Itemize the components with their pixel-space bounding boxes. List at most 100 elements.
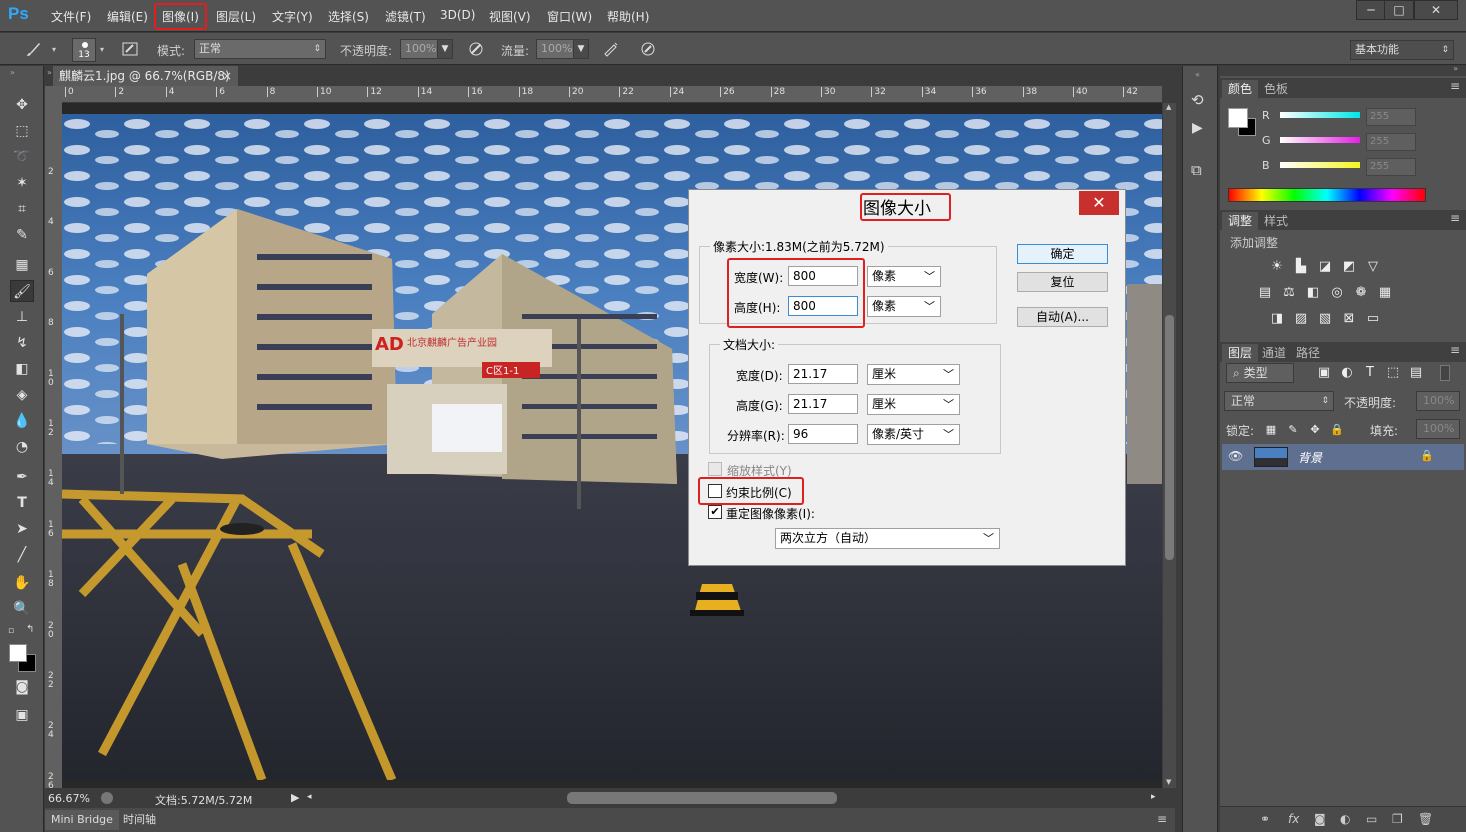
layer-filter-type[interactable]: ⌕ 类型 <box>1226 363 1294 383</box>
color-lookup-icon[interactable]: ▦ <box>1376 285 1394 301</box>
layer-name[interactable]: 背景 <box>1298 449 1322 466</box>
swap-colors-icon[interactable]: ↰ <box>26 624 34 635</box>
screen-mode-icon[interactable]: ▣ <box>10 704 34 726</box>
vertical-scrollbar[interactable]: ▲ ▼ <box>1163 103 1176 788</box>
crop-tool-icon[interactable]: ⌗ <box>10 198 34 220</box>
quick-select-tool-icon[interactable]: ✶ <box>10 172 34 194</box>
status-menu-arrow-icon[interactable]: ▶ <box>291 791 299 804</box>
quick-mask-icon[interactable]: ◙ <box>10 676 34 698</box>
eyedropper-tool-icon[interactable]: ✎ <box>10 224 34 246</box>
layer-row[interactable]: 👁 背景 🔒 <box>1222 444 1464 470</box>
tab-color[interactable]: 颜色 <box>1222 80 1259 98</box>
eraser-tool-icon[interactable]: ◧ <box>10 358 34 380</box>
channel-b-slider[interactable] <box>1280 162 1360 168</box>
color-balance-icon[interactable]: ⚖ <box>1280 285 1298 301</box>
opacity-input[interactable]: 100% <box>400 39 438 59</box>
height-unit-select[interactable]: 像素 ﹀ <box>867 296 941 317</box>
lock-all-icon[interactable]: 🔒 <box>1328 422 1346 438</box>
mode-select[interactable]: 正常 ⇕ <box>194 39 326 59</box>
opacity-dropdown-icon[interactable]: ▼ <box>437 39 453 59</box>
actions-play-icon[interactable]: ▶ <box>1192 120 1203 136</box>
tool-preset-chevron-icon[interactable]: ▾ <box>52 45 56 54</box>
dock-collapse-icon[interactable]: » <box>1453 64 1458 73</box>
gradient-map-icon[interactable]: ▭ <box>1364 311 1382 327</box>
pen-tool-icon[interactable]: ✒ <box>10 466 34 488</box>
tab-paths[interactable]: 路径 <box>1290 344 1326 362</box>
menu-help[interactable]: 帮助(H) <box>607 8 649 25</box>
paint-bucket-tool-icon[interactable]: ◈ <box>10 384 34 406</box>
tab-swatches[interactable]: 色板 <box>1258 80 1294 98</box>
adjust-panel-menu-icon[interactable]: ≡ <box>1450 211 1460 225</box>
filter-pixel-icon[interactable]: ▣ <box>1315 365 1333 381</box>
channel-r-value[interactable]: 255 <box>1366 108 1416 126</box>
brush-panel-toggle-icon[interactable] <box>120 40 140 60</box>
lasso-tool-icon[interactable]: ➰ <box>10 146 34 168</box>
history-brush-tool-icon[interactable]: ↯ <box>10 332 34 354</box>
tab-mini-bridge[interactable]: Mini Bridge <box>45 810 119 830</box>
new-group-icon[interactable]: ▭ <box>1366 812 1377 826</box>
close-button[interactable]: ✕ <box>1414 0 1458 20</box>
scale-styles-checkbox[interactable] <box>708 462 722 476</box>
maximize-button[interactable]: □ <box>1384 0 1414 20</box>
layer-opacity-input[interactable]: 100% <box>1416 391 1460 411</box>
resolution-unit-select[interactable]: 像素/英寸 ﹀ <box>867 424 960 445</box>
scroll-down-icon[interactable]: ▼ <box>1166 778 1171 786</box>
pressure-size-icon[interactable] <box>638 40 658 60</box>
brightness-icon[interactable]: ☀ <box>1268 259 1286 275</box>
curves-icon[interactable]: ◪ <box>1316 259 1334 275</box>
link-layers-icon[interactable]: ⚭ <box>1260 812 1270 826</box>
dialog-close-button[interactable]: ✕ <box>1079 191 1119 215</box>
vertical-scroll-thumb[interactable] <box>1165 315 1174 560</box>
new-layer-icon[interactable]: ❐ <box>1392 812 1403 826</box>
status-share-icon[interactable] <box>101 792 113 804</box>
airbrush-icon[interactable] <box>601 40 621 60</box>
color-panel-menu-icon[interactable]: ≡ <box>1450 79 1460 93</box>
path-select-tool-icon[interactable]: ➤ <box>10 518 34 540</box>
tab-timeline[interactable]: 时间轴 <box>117 810 162 830</box>
doc-height-unit-select[interactable]: 厘米 ﹀ <box>867 394 960 415</box>
channel-r-slider[interactable] <box>1280 112 1360 118</box>
lock-transparent-icon[interactable]: ▦ <box>1262 422 1280 438</box>
brush-tool-icon[interactable] <box>24 40 44 60</box>
ruler-corner[interactable] <box>45 86 62 103</box>
filter-type-icon[interactable]: T <box>1361 365 1379 381</box>
resample-checkbox[interactable]: ✔ <box>708 505 722 519</box>
color-fg-swatch[interactable] <box>1228 108 1248 128</box>
history-panel-icon[interactable]: ⟲ <box>1191 91 1204 109</box>
bottom-panel-menu-icon[interactable]: ≡ <box>1157 812 1167 826</box>
tab-channels[interactable]: 通道 <box>1256 344 1292 362</box>
lock-pixels-icon[interactable]: ✎ <box>1284 422 1302 438</box>
filter-adjust-icon[interactable]: ◐ <box>1338 365 1356 381</box>
pressure-opacity-icon[interactable] <box>466 40 486 60</box>
menu-edit[interactable]: 编辑(E) <box>107 8 148 25</box>
marquee-tool-icon[interactable]: ⬚ <box>10 120 34 142</box>
fill-input[interactable]: 100% <box>1416 419 1460 439</box>
minimize-button[interactable]: ─ <box>1356 0 1386 20</box>
black-white-icon[interactable]: ◧ <box>1304 285 1322 301</box>
lock-position-icon[interactable]: ✥ <box>1306 422 1324 438</box>
delete-layer-icon[interactable]: 🗑 <box>1418 812 1433 826</box>
horizontal-scroll-thumb[interactable] <box>567 792 837 804</box>
type-tool-icon[interactable]: T <box>10 492 34 514</box>
hue-saturation-icon[interactable]: ▤ <box>1256 285 1274 301</box>
filter-smart-icon[interactable]: ▤ <box>1407 365 1425 381</box>
filter-shape-icon[interactable]: ⬚ <box>1384 365 1402 381</box>
toolbox-collapse-icon[interactable]: » <box>10 68 15 77</box>
scroll-up-icon[interactable]: ▲ <box>1166 103 1171 111</box>
menu-layer[interactable]: 图层(L) <box>216 8 256 25</box>
exposure-icon[interactable]: ◩ <box>1340 259 1358 275</box>
channel-mixer-icon[interactable]: ❁ <box>1352 285 1370 301</box>
hscroll-right-icon[interactable]: ▸ <box>1151 792 1156 802</box>
channel-b-value[interactable]: 255 <box>1366 158 1416 176</box>
resolution-input[interactable]: 96 <box>788 424 858 444</box>
tab-styles[interactable]: 样式 <box>1258 212 1294 230</box>
healing-tool-icon[interactable]: ▦ <box>10 254 34 276</box>
hand-tool-icon[interactable]: ✋ <box>10 572 34 594</box>
channel-g-slider[interactable] <box>1280 137 1360 143</box>
new-adjustment-icon[interactable]: ◐ <box>1340 812 1350 826</box>
menu-window[interactable]: 窗口(W) <box>547 8 592 25</box>
brush-tool-icon-active[interactable]: 🖌 <box>10 280 34 302</box>
doc-width-unit-select[interactable]: 厘米 ﹀ <box>867 364 960 385</box>
posterize-icon[interactable]: ▨ <box>1292 311 1310 327</box>
channel-g-value[interactable]: 255 <box>1366 133 1416 151</box>
